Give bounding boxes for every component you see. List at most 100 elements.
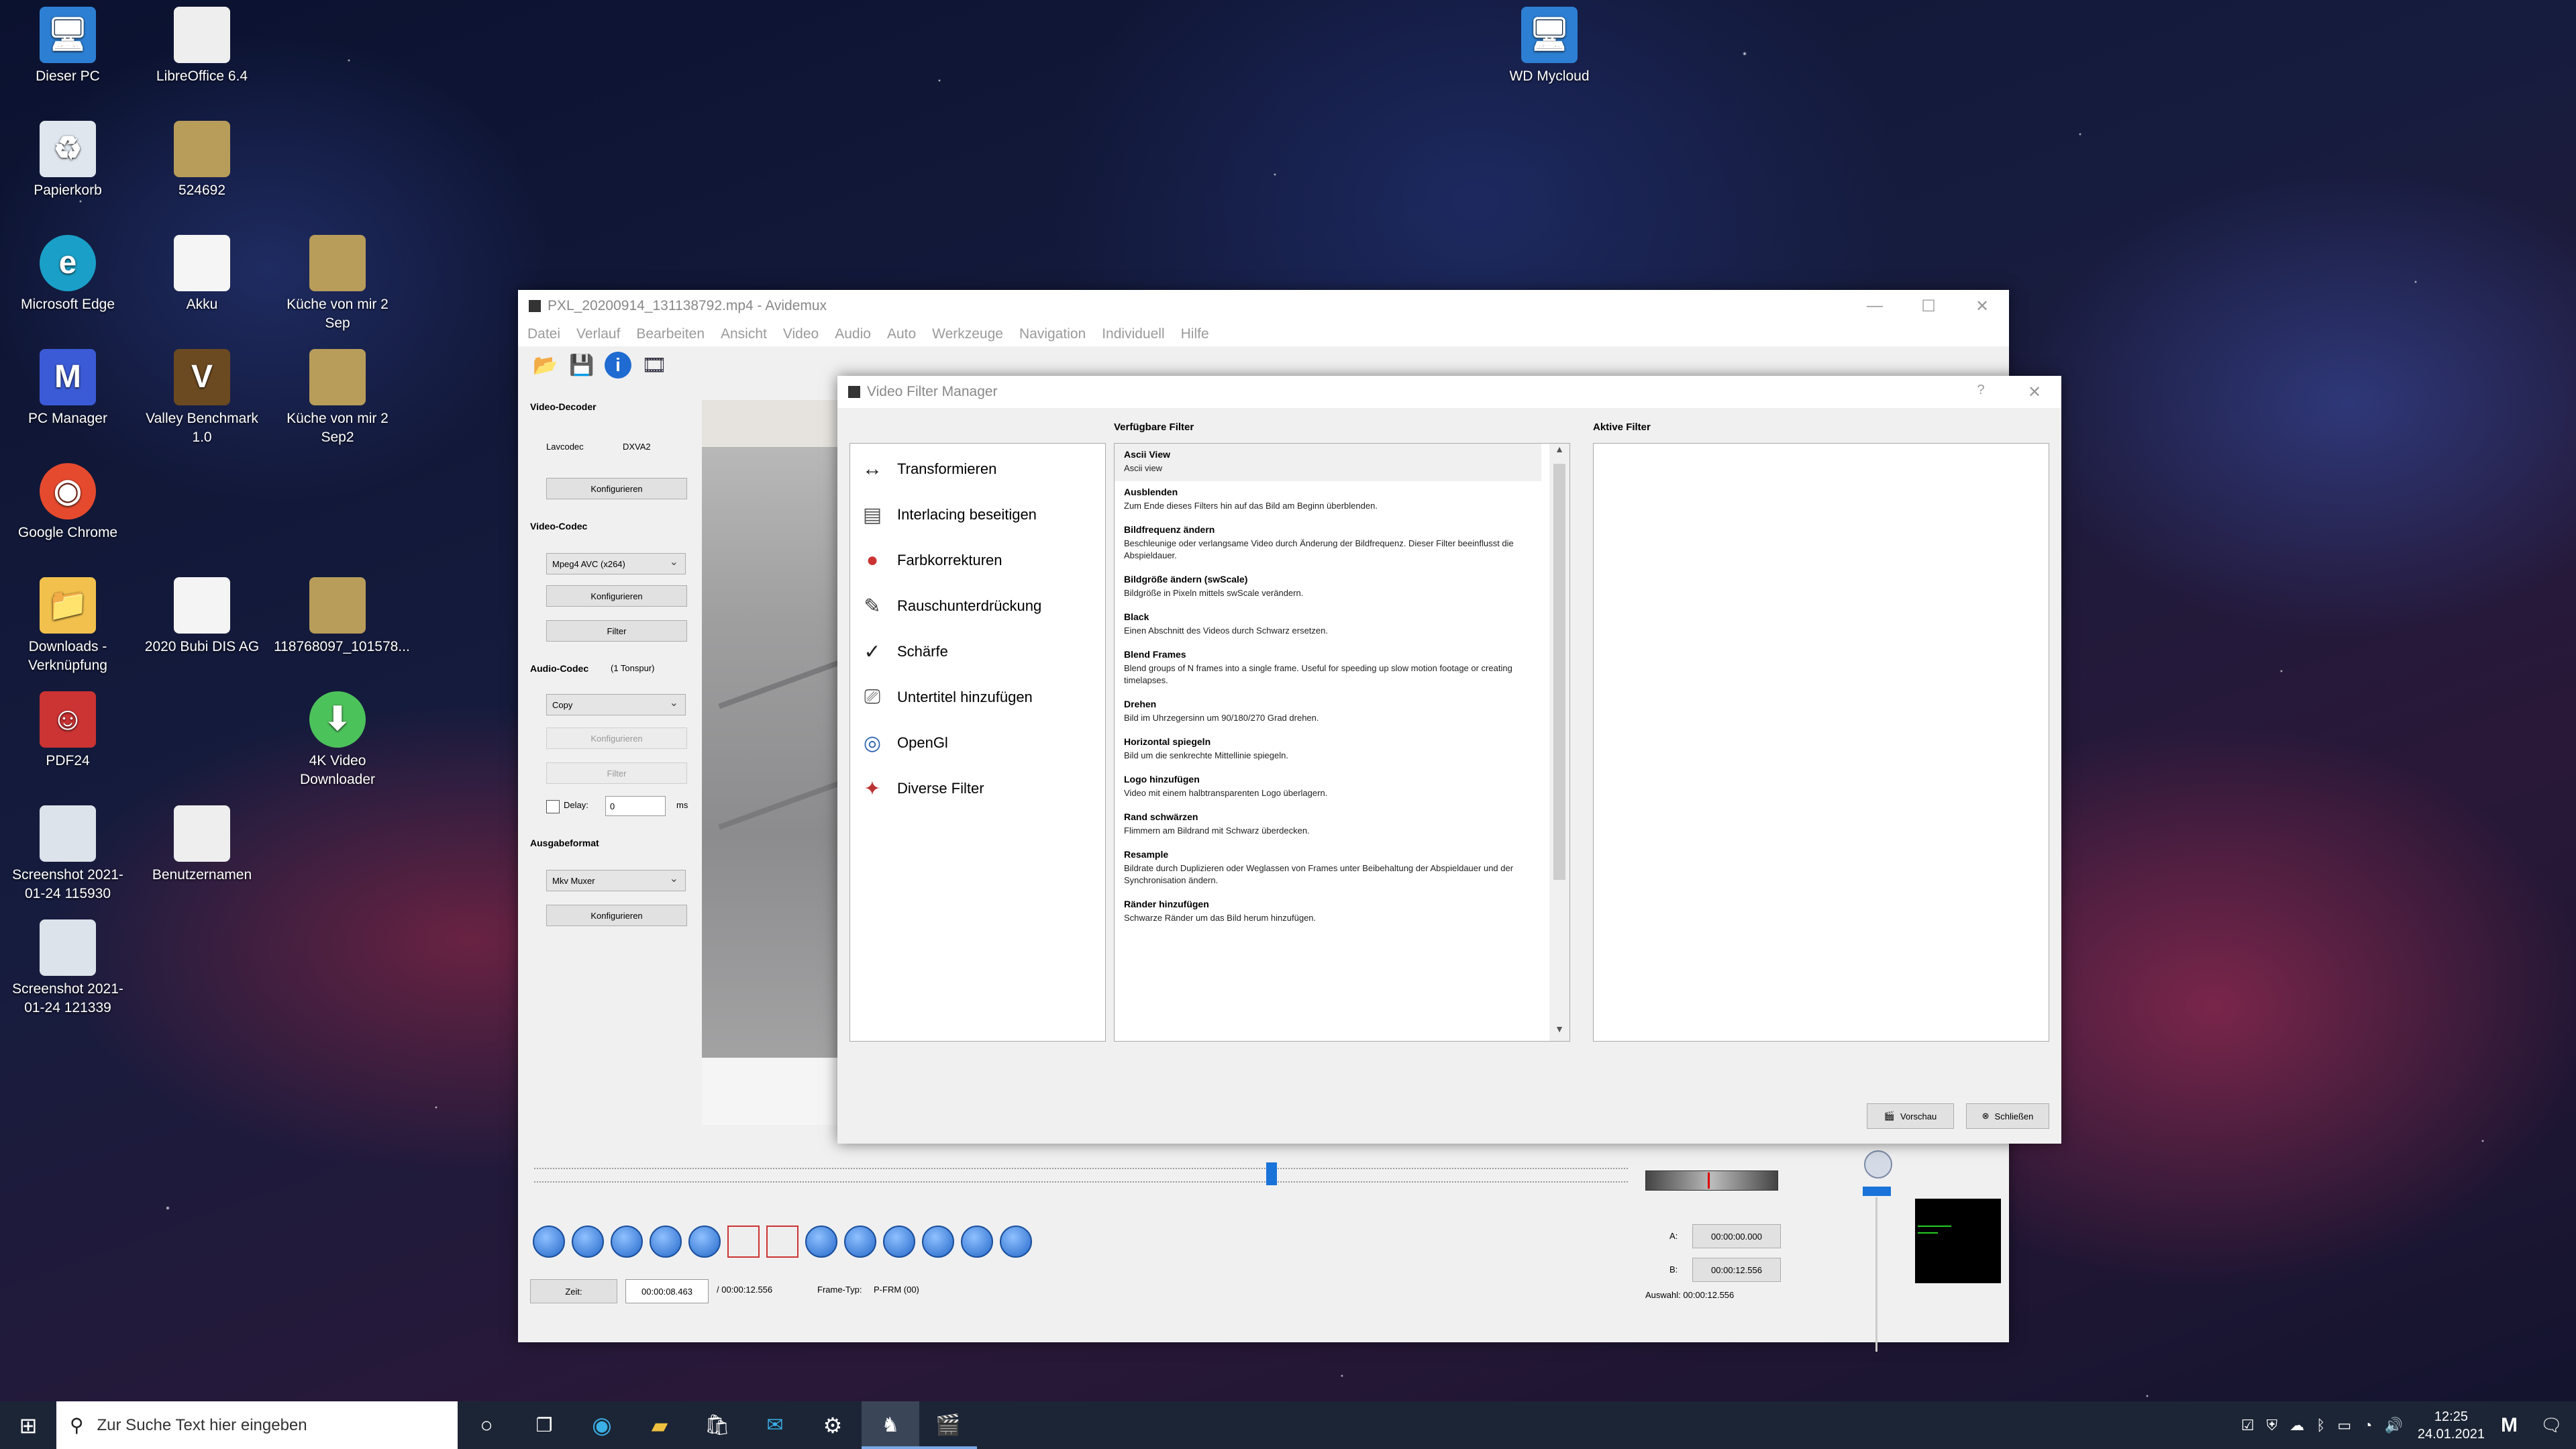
filter-category[interactable]: ◎ OpenGl <box>850 720 1105 766</box>
filmstrip-icon[interactable]: 🎞 <box>636 347 672 383</box>
start-button[interactable]: ⊞ <box>0 1401 56 1449</box>
menu-item[interactable]: Verlauf <box>576 326 620 342</box>
desktop-icon[interactable]: ⬇ 4K Video Downloader <box>274 691 401 789</box>
volume-slider-thumb[interactable] <box>1863 1187 1891 1196</box>
save-file-icon[interactable]: 💾 <box>564 347 600 383</box>
desktop-icon[interactable]: V Valley Benchmark 1.0 <box>138 349 266 447</box>
maximize-icon[interactable]: ☐ <box>1902 297 1955 316</box>
audio-codec-select[interactable]: Copy <box>546 694 686 715</box>
filter-item[interactable]: Blend Frames Blend groups of N frames int… <box>1115 644 1541 693</box>
menu-item[interactable]: Ansicht <box>721 326 767 342</box>
menu-item[interactable]: Hilfe <box>1181 326 1209 342</box>
filter-item[interactable]: Horizontal spiegeln Bild um die senkrecht… <box>1115 731 1541 768</box>
next-black-icon[interactable] <box>844 1226 876 1258</box>
scrollbar-thumb[interactable] <box>1553 464 1565 880</box>
timeline-thumb[interactable] <box>1266 1162 1277 1185</box>
filter-category[interactable]: ● Farbkorrekturen <box>850 538 1105 583</box>
set-marker-a-icon[interactable] <box>727 1226 760 1258</box>
forward-icon[interactable] <box>611 1226 643 1258</box>
audio-icon[interactable] <box>1864 1150 1892 1179</box>
desktop-icon[interactable]: ☺ PDF24 <box>4 691 132 770</box>
filter-category[interactable]: ✎ Rauschunterdrückung <box>850 583 1105 629</box>
network-icon[interactable]: ◔ <box>2363 1417 2372 1434</box>
next-keyframe-icon[interactable] <box>688 1226 721 1258</box>
scroll-down-icon[interactable]: ▼ <box>1549 1023 1569 1041</box>
decoder-configure-button[interactable]: Konfigurieren <box>546 478 687 499</box>
battery-icon[interactable]: ▭ <box>2337 1417 2351 1434</box>
filter-item[interactable]: Drehen Bild im Uhrzegersinn um 90/180/270… <box>1115 693 1541 731</box>
notification-icon[interactable]: 🗨 <box>2540 1415 2563 1436</box>
filter-list-scrollbar[interactable]: ▲ ▼ <box>1549 444 1569 1041</box>
filter-manager-titlebar[interactable]: Video Filter Manager ? ✕ <box>837 376 2061 408</box>
desktop-icon[interactable]: LibreOffice 6.4 <box>138 7 266 86</box>
close-button[interactable]: ⊗ Schließen <box>1966 1103 2049 1129</box>
menu-item[interactable]: Auto <box>887 326 916 342</box>
video-codec-select[interactable]: Mpeg4 AVC (x264) <box>546 553 686 574</box>
filter-item[interactable]: Black Einen Abschnitt des Videos durch Sc… <box>1115 606 1541 644</box>
minimize-icon[interactable]: — <box>1848 297 1902 316</box>
desktop-icon[interactable]: 🖥 Dieser PC <box>4 7 132 86</box>
delay-input[interactable]: 0 <box>605 796 666 816</box>
defender-icon[interactable]: ⛨ <box>2267 1417 2278 1434</box>
close-icon[interactable]: ✕ <box>1955 297 2009 316</box>
previous-keyframe-icon[interactable] <box>650 1226 682 1258</box>
bluetooth-icon[interactable]: ᛒ <box>2316 1417 2325 1434</box>
filter-category[interactable]: ⎚ Untertitel hinzufügen <box>850 674 1105 720</box>
onedrive-icon[interactable]: ☁ <box>2289 1417 2304 1434</box>
active-filter-list[interactable] <box>1593 443 2049 1042</box>
menu-item[interactable]: Audio <box>835 326 871 342</box>
next-cut-icon[interactable] <box>1000 1226 1032 1258</box>
filter-item[interactable]: Bildfrequenz ändern Beschleunige oder ver… <box>1115 519 1541 568</box>
filter-item[interactable]: Ascii View Ascii view <box>1115 444 1541 481</box>
desktop-icon[interactable]: ♻ Papierkorb <box>4 121 132 200</box>
set-marker-b-icon[interactable] <box>766 1226 798 1258</box>
taskbar-edge-icon[interactable]: ◉ <box>573 1412 631 1439</box>
filter-item[interactable]: Resample Bildrate durch Duplizieren oder … <box>1115 844 1541 893</box>
desktop-icon[interactable]: 118768097_101578... <box>274 577 410 656</box>
help-icon[interactable]: ? <box>1954 383 2008 402</box>
marker-a-value[interactable]: 00:00:00.000 <box>1692 1224 1781 1248</box>
desktop-icon[interactable]: 2020 Bubi DIS AG <box>138 577 266 656</box>
filter-item[interactable]: Ränder hinzufügen Schwarze Ränder um das … <box>1115 893 1541 931</box>
output-configure-button[interactable]: Konfigurieren <box>546 905 687 926</box>
previous-cut-icon[interactable] <box>961 1226 993 1258</box>
preview-button[interactable]: 🎬 Vorschau <box>1867 1103 1954 1129</box>
filter-category[interactable]: ▤ Interlacing beseitigen <box>850 492 1105 538</box>
audio-configure-button[interactable]: Konfigurieren <box>546 728 687 749</box>
desktop-icon[interactable]: 📁 Downloads - Verknüpfung <box>4 577 132 675</box>
search-box[interactable]: ⚲ Zur Suche Text hier eingeben <box>56 1401 458 1449</box>
filter-item[interactable]: Rand schwärzen Flimmern am Bildrand mit S… <box>1115 806 1541 844</box>
audio-filter-button[interactable]: Filter <box>546 762 687 784</box>
store-icon[interactable]: 🛍 <box>688 1413 746 1437</box>
desktop-icon[interactable]: Küche von mir 2 Sep2 <box>274 349 401 447</box>
menu-item[interactable]: Video <box>783 326 819 342</box>
desktop-icon[interactable]: 524692 <box>138 121 266 200</box>
desktop-icon[interactable]: ◉ Google Chrome <box>4 463 132 542</box>
desktop-icon[interactable]: Screenshot 2021-01-24 121339 <box>4 919 132 1017</box>
go-last-icon[interactable] <box>922 1226 954 1258</box>
marker-b-value[interactable]: 00:00:12.556 <box>1692 1258 1781 1282</box>
previous-black-icon[interactable] <box>805 1226 837 1258</box>
clock[interactable]: 12:25 24.01.2021 <box>2418 1408 2485 1443</box>
pc-manager-tray-icon[interactable]: M <box>2501 1414 2518 1437</box>
filter-category[interactable]: ↔ Transformieren <box>850 446 1105 492</box>
filter-category[interactable]: ✓ Schärfe <box>850 629 1105 674</box>
go-first-icon[interactable] <box>883 1226 915 1258</box>
timeline-slider[interactable] <box>534 1162 1628 1189</box>
task-view-icon[interactable]: ❐ <box>515 1414 573 1436</box>
filter-category[interactable]: ✦ Diverse Filter <box>850 766 1105 811</box>
play-icon[interactable] <box>533 1226 565 1258</box>
menu-item[interactable]: Bearbeiten <box>636 326 705 342</box>
avidemux-titlebar[interactable]: PXL_20200914_131138792.mp4 - Avidemux — … <box>518 290 2009 322</box>
desktop-icon[interactable]: Akku <box>138 235 266 314</box>
settings-icon[interactable]: ⚙ <box>804 1413 862 1438</box>
mail-icon[interactable]: ✉ <box>746 1413 804 1437</box>
dialog-close-icon[interactable]: ✕ <box>2008 383 2061 402</box>
desktop-icon[interactable]: Küche von mir 2 Sep <box>274 235 401 333</box>
desktop-icon[interactable]: e Microsoft Edge <box>4 235 132 314</box>
desktop-icon[interactable]: Benutzernamen <box>138 805 266 885</box>
avidemux-taskbar-icon[interactable]: ♞ <box>862 1401 919 1449</box>
desktop-icon[interactable]: Screenshot 2021-01-24 115930 <box>4 805 132 903</box>
desktop-icon[interactable]: M PC Manager <box>4 349 132 428</box>
video-codec-configure-button[interactable]: Konfigurieren <box>546 585 687 607</box>
